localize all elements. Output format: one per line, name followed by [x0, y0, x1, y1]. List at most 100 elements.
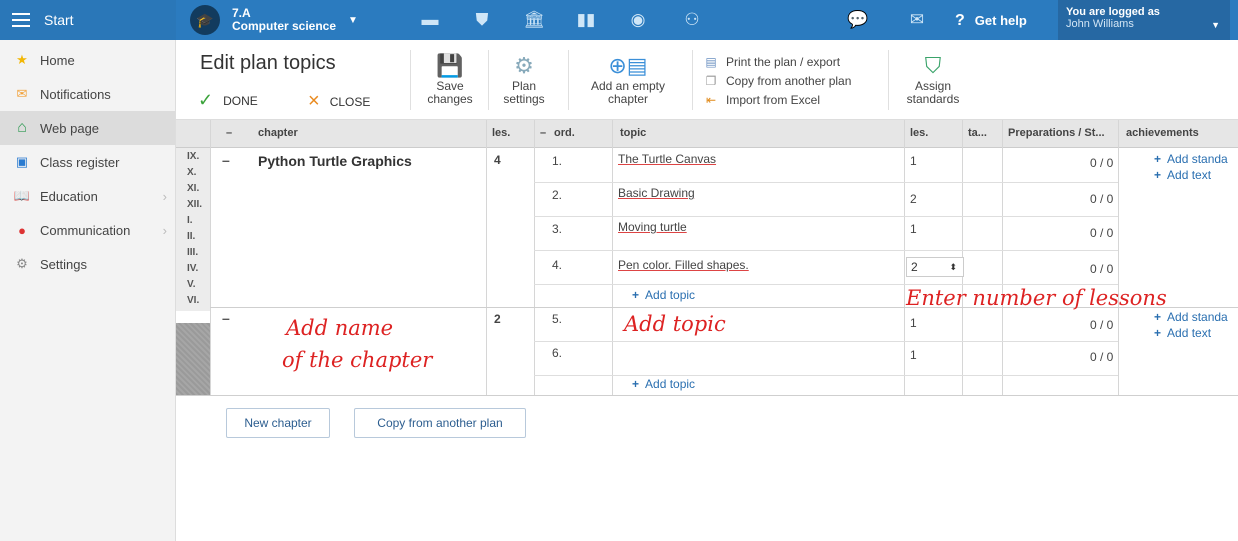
month-label: VI.: [187, 295, 200, 306]
subject-name: Computer science: [232, 19, 337, 33]
months-column: IX. X. XI. XII. I. II. III. IV. V. VI.: [176, 148, 210, 311]
topic-lessons[interactable]: 1: [910, 154, 917, 168]
sidebar-item-education[interactable]: 📖 Education ›: [0, 179, 175, 213]
col-les[interactable]: les.: [492, 127, 510, 139]
import-excel-link[interactable]: ⇤ Import from Excel: [704, 90, 851, 109]
plan-actions-list: ▤ Print the plan / export ❐ Copy from anot…: [704, 52, 851, 109]
topic-order: 6.: [552, 346, 563, 360]
collapse-chapter-icon[interactable]: –: [222, 310, 230, 326]
bar-chart-icon[interactable]: ▮▮: [574, 8, 598, 32]
sidebar-item-web-page[interactable]: ⌂ Web page: [0, 111, 175, 145]
month-label: IX.: [187, 151, 200, 162]
col-prep[interactable]: Preparations / St...: [1008, 127, 1105, 139]
toolbar: Edit plan topics ✓ DONE × CLOSE 💾 Save cha…: [176, 40, 1238, 120]
briefcase-icon[interactable]: ▬: [418, 8, 442, 32]
topic-name[interactable]: The Turtle Canvas: [618, 152, 716, 166]
col-les2[interactable]: les.: [910, 127, 928, 139]
class-selector[interactable]: 🎓 7.A Computer science ▼: [190, 4, 358, 36]
shield-icon[interactable]: ⛊: [470, 8, 494, 32]
save-changes-button[interactable]: 💾 Save changes: [420, 50, 480, 106]
done-button[interactable]: ✓ DONE: [198, 90, 258, 111]
chapter-lessons[interactable]: 2: [494, 312, 501, 326]
chat-icon[interactable]: 💬: [846, 8, 870, 32]
sidebar-item-label: Education: [40, 188, 98, 204]
topic-name[interactable]: Basic Drawing: [618, 186, 695, 200]
get-help-button[interactable]: ? Get help: [955, 12, 1027, 30]
month-label: III.: [187, 247, 199, 258]
col-ord[interactable]: ord.: [554, 127, 575, 139]
prep-count: 0 / 0: [1090, 226, 1114, 240]
annotation-add-topic: Add topic: [624, 312, 726, 336]
dashboard-icon[interactable]: ◉: [626, 8, 650, 32]
add-text-label: Add text: [1167, 326, 1212, 340]
sidebar-item-label: Notifications: [40, 86, 111, 102]
annotation-of-chapter: of the chapter: [282, 348, 433, 372]
add-standard-link[interactable]: + Add standa: [1154, 310, 1228, 324]
plan-settings-button[interactable]: ⚙ Plan settings: [496, 50, 552, 106]
col-ord-minus[interactable]: –: [540, 127, 546, 139]
sidebar-item-settings[interactable]: ⚙ Settings: [0, 247, 175, 281]
col-ach[interactable]: achievements: [1126, 127, 1199, 139]
book-icon: 📖: [13, 188, 31, 203]
people-icon[interactable]: ⚇: [680, 8, 704, 32]
month-label: X.: [187, 167, 197, 178]
add-empty-chapter-button[interactable]: ⊕▤ Add an empty chapter: [580, 50, 676, 106]
col-chapter[interactable]: chapter: [258, 127, 298, 139]
add-topic-link[interactable]: + Add topic: [632, 377, 695, 391]
topic-lessons[interactable]: 1: [910, 222, 917, 236]
add-topic-link[interactable]: + Add topic: [632, 288, 695, 302]
topic-lessons[interactable]: 1: [910, 316, 917, 330]
lessons-stepper[interactable]: 2 ⬍: [906, 257, 964, 277]
add-text-link[interactable]: + Add text: [1154, 168, 1211, 182]
stepper-arrows-icon[interactable]: ⬍: [949, 262, 957, 273]
gear-icon: ⚙: [16, 256, 28, 271]
start-menu[interactable]: Start: [0, 0, 176, 40]
add-standard-link[interactable]: + Add standa: [1154, 152, 1228, 166]
inactive-strip: [176, 323, 210, 395]
chapter-lessons[interactable]: 4: [494, 153, 501, 167]
chevron-down-icon: ▼: [1211, 20, 1220, 30]
close-label: CLOSE: [329, 94, 371, 109]
page-title: Edit plan topics: [200, 52, 336, 74]
copy-plan-link[interactable]: ❐ Copy from another plan: [704, 71, 852, 90]
topic-name[interactable]: Moving turtle: [618, 220, 687, 234]
col-ta[interactable]: ta...: [968, 127, 987, 139]
col-topic[interactable]: topic: [620, 127, 646, 139]
hamburger-icon[interactable]: [12, 13, 30, 27]
sidebar-item-notifications[interactable]: ✉ Notifications: [0, 77, 175, 111]
table-header: – chapter les. – ord. topic les. ta... P…: [176, 120, 1238, 148]
assign-standards-button[interactable]: ⛉ Assign standards: [894, 50, 972, 106]
topic-name[interactable]: Pen color. Filled shapes.: [618, 258, 749, 272]
new-chapter-button[interactable]: New chapter: [226, 408, 330, 438]
user-name: John Williams: [1066, 18, 1134, 30]
collapse-chapter-icon[interactable]: –: [222, 152, 230, 168]
topic-order: 3.: [552, 222, 563, 236]
chevron-right-icon: ›: [162, 222, 167, 238]
sidebar-item-home[interactable]: ★ Home: [0, 43, 175, 77]
collapse-all-icon[interactable]: –: [226, 127, 232, 139]
institution-icon[interactable]: 🏛: [522, 8, 546, 32]
close-button[interactable]: × CLOSE: [308, 90, 370, 113]
lessons-value: 2: [911, 260, 918, 274]
month-label: V.: [187, 279, 196, 290]
envelope-icon: ✉: [16, 86, 28, 101]
user-menu[interactable]: You are logged as John Williams ▼: [1058, 0, 1230, 40]
add-text-link[interactable]: + Add text: [1154, 326, 1211, 340]
chevron-down-icon: ▼: [348, 14, 358, 26]
month-label: IV.: [187, 263, 199, 274]
add-chapter-icon: ⊕▤: [608, 52, 648, 78]
addch-label-2: chapter: [607, 92, 649, 106]
chapter-name[interactable]: Python Turtle Graphics: [258, 153, 412, 169]
sidebar-item-class-register[interactable]: ▣ Class register: [0, 145, 175, 179]
print-export-link[interactable]: ▤ Print the plan / export: [704, 52, 851, 71]
sidebar-item-communication[interactable]: ● Communication ›: [0, 213, 175, 247]
import-icon: ⇤: [705, 92, 717, 107]
copy-from-another-plan-button[interactable]: Copy from another plan: [354, 408, 526, 438]
month-label: I.: [187, 215, 193, 226]
topic-lessons[interactable]: 1: [910, 348, 917, 362]
mail-icon[interactable]: ✉: [905, 8, 929, 32]
add-standard-label: Add standa: [1167, 310, 1228, 324]
topic-order: 2.: [552, 188, 563, 202]
printer-icon: ▤: [705, 54, 717, 69]
topic-lessons[interactable]: 2: [910, 192, 917, 206]
